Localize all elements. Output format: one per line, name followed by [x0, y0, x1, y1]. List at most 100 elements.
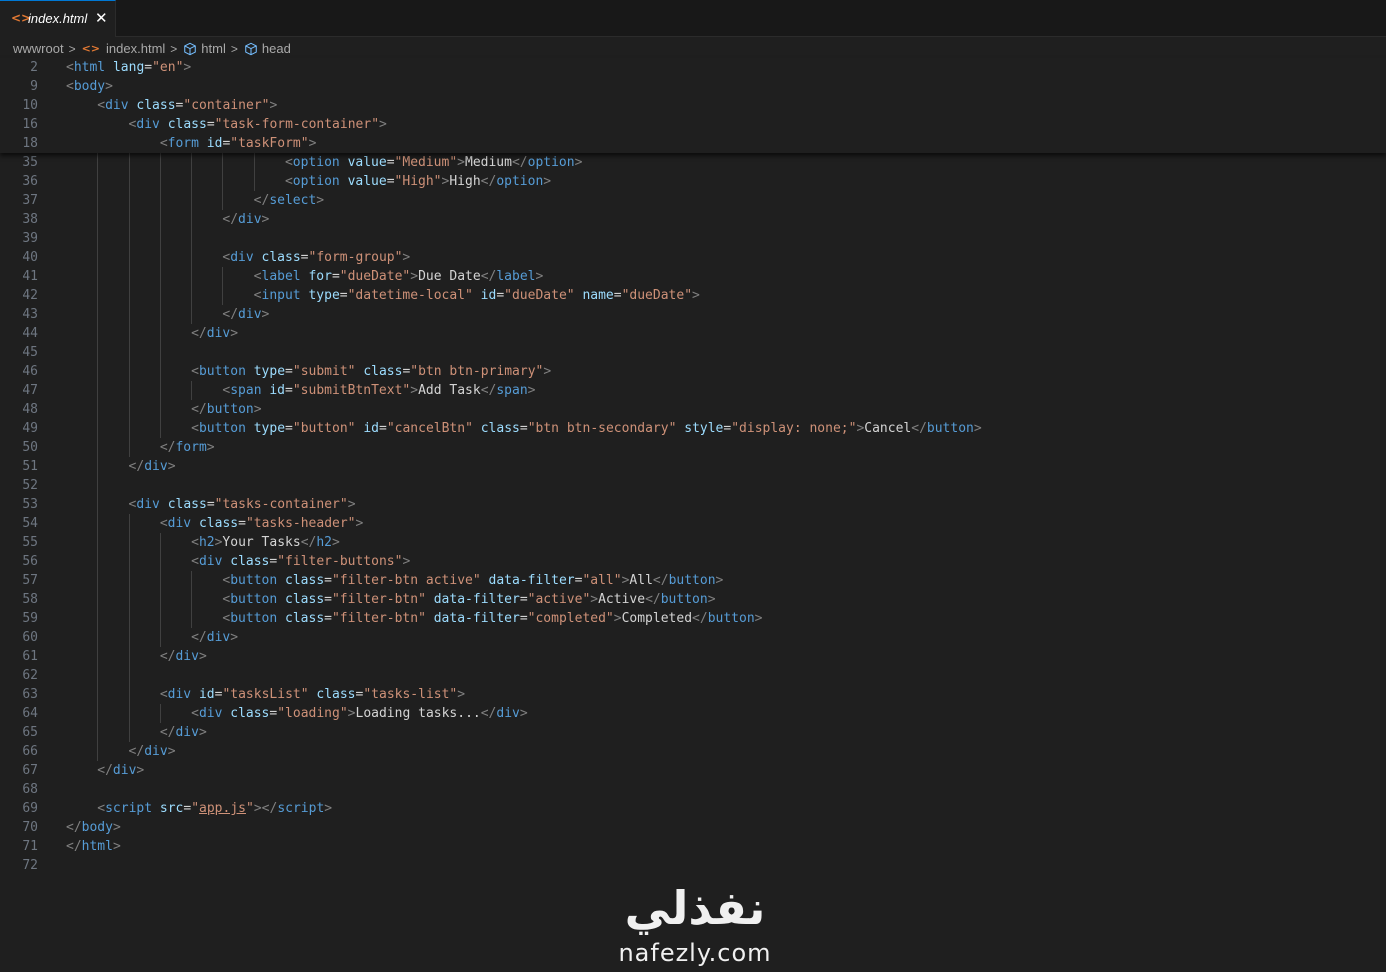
code-line[interactable]: 44 </div>: [0, 324, 1386, 343]
code-line[interactable]: 54 <div class="tasks-header">: [0, 514, 1386, 533]
code-line[interactable]: 64 <div class="loading">Loading tasks...<…: [0, 704, 1386, 723]
sticky-scroll-header[interactable]: 2 <html lang="en"> 9 <body> 10 <div class="co…: [0, 58, 1386, 153]
code-line[interactable]: 49 <button type="button" id="cancelBtn" c…: [0, 419, 1386, 438]
code-line[interactable]: 62: [0, 666, 1386, 685]
code-token: button: [230, 592, 278, 607]
close-icon[interactable]: ✕: [95, 9, 108, 27]
code-line[interactable]: 59 <button class="filter-btn" data-filter…: [0, 609, 1386, 628]
code-token: >: [105, 79, 113, 94]
code-token: div: [112, 763, 137, 778]
code-line[interactable]: 39: [0, 229, 1386, 248]
code-token: button: [660, 592, 708, 607]
code-token: >: [574, 155, 583, 170]
line-number: 62: [22, 668, 38, 683]
code-editor[interactable]: 35 <option value="Medium">Medium</option>…: [0, 153, 1386, 875]
code-token: html: [81, 839, 113, 854]
html-file-icon: <>: [81, 41, 101, 55]
code-line[interactable]: 40 <div class="form-group">: [0, 248, 1386, 267]
code-line[interactable]: 69 <script src="app.js"></script>: [0, 799, 1386, 818]
code-line[interactable]: 61 </div>: [0, 647, 1386, 666]
code-line[interactable]: 18 <form id="taskForm">: [0, 134, 1386, 153]
code-line[interactable]: 58 <button class="filter-btn" data-filter…: [0, 590, 1386, 609]
code-token: "button": [292, 421, 356, 436]
code-text: <div class="filter-buttons">: [191, 552, 410, 571]
line-number: 40: [22, 250, 38, 265]
code-line[interactable]: 9 <body>: [0, 77, 1386, 96]
breadcrumb-symbol-html[interactable]: html: [201, 39, 226, 59]
code-line[interactable]: 65 </div>: [0, 723, 1386, 742]
code-line[interactable]: 43 </div>: [0, 305, 1386, 324]
code-line[interactable]: 60 </div>: [0, 628, 1386, 647]
code-token: "cancelBtn": [386, 421, 473, 436]
code-line[interactable]: 56 <div class="filter-buttons">: [0, 552, 1386, 571]
indent-guide: [97, 324, 99, 343]
code-token: =: [331, 269, 340, 284]
indent-guide: [97, 704, 99, 723]
line-number: 50: [22, 440, 38, 455]
code-line[interactable]: 70 </body>: [0, 818, 1386, 837]
indent-guide: [191, 286, 193, 305]
code-token: =: [324, 611, 332, 626]
indent-guide: [97, 248, 99, 267]
line-number: 60: [22, 630, 38, 645]
code-line[interactable]: 66 </div>: [0, 742, 1386, 761]
indent-guide: [128, 381, 130, 400]
code-line[interactable]: 71 </html>: [0, 837, 1386, 856]
code-line[interactable]: 51 </div>: [0, 457, 1386, 476]
code-line[interactable]: 47 <span id="submitBtnText">Add Task</spa…: [0, 381, 1386, 400]
code-token: "datetime-local": [347, 288, 473, 303]
code-line[interactable]: 63 <div id="tasksList" class="tasks-list"…: [0, 685, 1386, 704]
code-line[interactable]: 53 <div class="tasks-container">: [0, 495, 1386, 514]
code-token: html: [73, 60, 106, 75]
breadcrumb-file[interactable]: index.html: [106, 39, 165, 59]
code-line[interactable]: 68: [0, 780, 1386, 799]
line-number: 71: [22, 839, 38, 854]
line-number: 57: [22, 573, 38, 588]
code-line[interactable]: 38 </div>: [0, 210, 1386, 229]
code-line[interactable]: 41 <label for="dueDate">Due Date</label>: [0, 267, 1386, 286]
code-token: class: [261, 250, 301, 265]
line-number: 56: [22, 554, 38, 569]
code-token: body: [81, 820, 113, 835]
code-line[interactable]: 67 </div>: [0, 761, 1386, 780]
code-token: =: [238, 516, 246, 531]
indent-guide: [97, 267, 99, 286]
code-line[interactable]: 2 <html lang="en">: [0, 58, 1386, 77]
indent-guide: [191, 609, 193, 628]
indent-guide: [128, 286, 130, 305]
tab-index-html[interactable]: <> index.html ✕: [0, 0, 116, 37]
code-line[interactable]: 52: [0, 476, 1386, 495]
indent-guide: [97, 476, 99, 495]
code-token: =: [144, 60, 153, 75]
indent-guide: [159, 419, 161, 438]
code-token: class: [363, 364, 403, 379]
code-token: </: [159, 725, 176, 740]
code-token: class: [316, 687, 356, 702]
code-line[interactable]: 16 <div class="task-form-container">: [0, 115, 1386, 134]
code-token: "container": [183, 98, 270, 113]
code-line[interactable]: 36 <option value="High">High</option>: [0, 172, 1386, 191]
breadcrumb-symbol-head[interactable]: head: [262, 39, 291, 59]
code-token: =: [285, 364, 293, 379]
code-token: Add Task: [418, 383, 481, 398]
code-line[interactable]: 46 <button type="submit" class="btn btn-p…: [0, 362, 1386, 381]
code-line[interactable]: 48 </button>: [0, 400, 1386, 419]
indent-guide: [128, 514, 130, 533]
code-line[interactable]: 10 <div class="container">: [0, 96, 1386, 115]
code-line[interactable]: 35 <option value="Medium">Medium</option>: [0, 153, 1386, 172]
code-token: >: [519, 706, 528, 721]
breadcrumb-root[interactable]: wwwroot: [13, 39, 64, 59]
code-line[interactable]: 55 <h2>Your Tasks</h2>: [0, 533, 1386, 552]
code-line[interactable]: 57 <button class="filter-btn active" data…: [0, 571, 1386, 590]
line-number: 49: [22, 421, 38, 436]
code-token: button: [206, 402, 254, 417]
code-line[interactable]: 72: [0, 856, 1386, 875]
code-line[interactable]: 45: [0, 343, 1386, 362]
code-line[interactable]: 37 </select>: [0, 191, 1386, 210]
indent-guide: [159, 229, 161, 248]
code-line[interactable]: 42 <input type="datetime-local" id="dueDa…: [0, 286, 1386, 305]
code-line[interactable]: 50 </form>: [0, 438, 1386, 457]
